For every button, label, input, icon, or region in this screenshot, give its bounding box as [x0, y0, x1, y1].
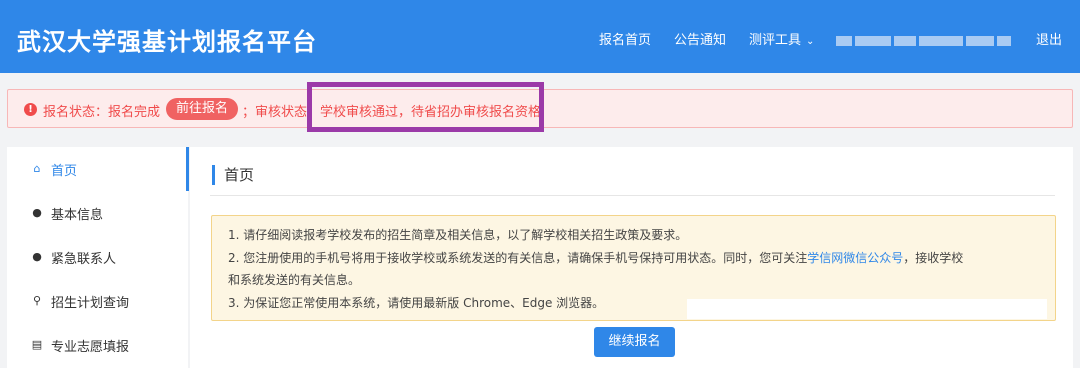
nav-home-link[interactable]: 报名首页 [599, 29, 651, 48]
user-icon: ● [32, 250, 42, 263]
list-icon: ▤ [31, 338, 43, 351]
search-icon: ⚲ [32, 294, 42, 307]
notice-line-1: 1. 请仔细阅读报考学校发布的招生简章及相关信息，以了解学校相关招生政策及要求。 [228, 228, 688, 242]
notice-box: 1. 请仔细阅读报考学校发布的招生简章及相关信息，以了解学校相关招生政策及要求。… [211, 215, 1056, 321]
site-title: 武汉大学强基计划报名平台 [17, 28, 317, 56]
sidebar-item-major-choice[interactable]: ▤ 专业志愿填报 [7, 323, 188, 367]
sidebar-item-plan-query[interactable]: ⚲ 招生计划查询 [7, 279, 188, 323]
nav-tools-label: 测评工具 [749, 33, 802, 48]
wechat-account-link[interactable]: 学信网微信公众号 [807, 251, 903, 265]
active-indicator [186, 147, 189, 191]
continue-register-button[interactable]: 继续报名 [594, 327, 675, 357]
registration-status: 报名状态：报名完成 [43, 105, 161, 120]
sidebar-item-emergency-contact[interactable]: ● 紧急联系人 [7, 235, 188, 279]
redaction-patch [687, 299, 1047, 319]
sidebar: ⌂ 首页 ● 基本信息 ● 紧急联系人 ⚲ 招生计划查询 ▤ 专业志愿填报 [7, 147, 189, 368]
home-icon: ⌂ [33, 162, 41, 175]
main-panel: 首页 1. 请仔细阅读报考学校发布的招生简章及相关信息，以了解学校相关招生政策及… [190, 147, 1073, 368]
sidebar-item-label: 招生计划查询 [51, 296, 130, 311]
info-icon: ! [24, 103, 37, 116]
notice-line-2-text: 2. 您注册使用的手机号将用于接收学校或系统发送的有关信息，请确保手机号保持可用… [228, 251, 808, 265]
annotation-highlight-box [307, 82, 544, 132]
notice-line-3: 和系统发送的有关信息。 [228, 273, 361, 287]
goto-register-button[interactable]: 前往报名 [166, 98, 239, 120]
chevron-down-icon: ⌄ [806, 36, 815, 47]
nav-notice-link[interactable]: 公告通知 [674, 29, 726, 48]
sidebar-item-basic-info[interactable]: ● 基本信息 [7, 191, 188, 235]
sidebar-item-label: 紧急联系人 [51, 252, 117, 267]
user-name-blurred[interactable] [836, 31, 1016, 46]
divider [210, 195, 1055, 196]
page-title: 首页 [212, 165, 254, 185]
logout-link[interactable]: 退出 [1036, 29, 1062, 48]
sidebar-item-label: 基本信息 [51, 208, 104, 223]
notice-line-2-tail: ，接收学校 [903, 251, 964, 265]
sidebar-item-home[interactable]: ⌂ 首页 [7, 147, 189, 191]
notice-line-4: 3. 为保证您正常使用本系统，请使用最新版 Chrome、Edge 浏览器。 [228, 296, 605, 310]
sidebar-item-label: 专业志愿填报 [51, 340, 130, 355]
top-header: 武汉大学强基计划报名平台 报名首页 公告通知 测评工具 ⌄ 退出 [0, 0, 1080, 73]
user-icon: ● [32, 206, 42, 219]
nav-tools-menu[interactable]: 测评工具 ⌄ [749, 29, 814, 48]
notice-line-2: 2. 您注册使用的手机号将用于接收学校或系统发送的有关信息，请确保手机号保持可用… [228, 249, 963, 266]
sidebar-item-label: 首页 [51, 164, 78, 179]
